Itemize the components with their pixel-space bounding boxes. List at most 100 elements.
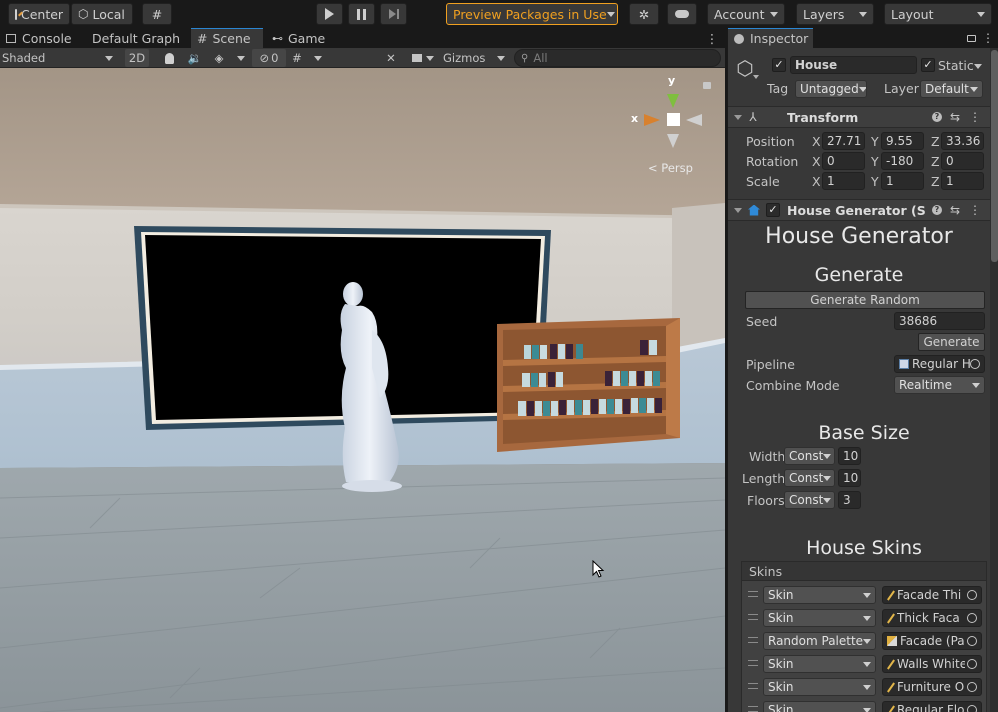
skin-type-dropdown[interactable]: Skin [763, 609, 876, 627]
scene-viewport[interactable]: y x < Persp [0, 68, 725, 712]
tab-console[interactable]: Console [0, 28, 82, 48]
scene-search-field[interactable]: ⚲ All [514, 49, 721, 67]
draw-mode-dropdown[interactable]: Shaded [2, 49, 116, 67]
scale-x-field[interactable]: 1 [822, 172, 865, 190]
skin-type-dropdown[interactable]: Skin [763, 586, 876, 604]
rotation-z-field[interactable]: 0 [941, 152, 984, 170]
skin-type-dropdown[interactable]: Skin [763, 655, 876, 673]
skin-type-dropdown[interactable]: Skin [763, 701, 876, 712]
rotation-x-field[interactable]: 0 [822, 152, 865, 170]
scene-visibility-toggle[interactable]: ⊘ 0 [252, 49, 286, 67]
drag-handle-icon[interactable] [748, 614, 758, 620]
static-checkbox[interactable]: ✓ [921, 58, 935, 72]
pipeline-object-field[interactable]: Regular H [894, 355, 985, 373]
cloud-button[interactable] [667, 3, 697, 25]
component-enabled-checkbox[interactable]: ✓ [766, 203, 780, 217]
tab-scene[interactable]: # Scene [191, 28, 263, 48]
scale-z-field[interactable]: 1 [941, 172, 984, 190]
scale-y-field[interactable]: 1 [881, 172, 924, 190]
combine-mode-dropdown[interactable]: Realtime [894, 376, 985, 394]
component-menu-icon[interactable]: ⋮ [969, 203, 981, 217]
object-picker-icon[interactable] [967, 682, 977, 692]
grid-dropdown[interactable] [311, 49, 325, 67]
object-picker-icon[interactable] [970, 359, 980, 369]
length-field[interactable]: 10 [838, 469, 861, 487]
preset-icon[interactable]: ⇆ [948, 203, 962, 217]
skin-asset-field[interactable]: Facade (Pa [882, 632, 982, 650]
gizmos-dropdown[interactable]: Gizmos [443, 49, 505, 67]
generate-button[interactable]: Generate [918, 333, 985, 351]
width-field[interactable]: 10 [838, 447, 861, 465]
skin-asset-field[interactable]: Thick Faca [882, 609, 982, 627]
help-icon[interactable]: ? [931, 203, 943, 217]
width-mode-dropdown[interactable]: Const [784, 447, 835, 465]
length-mode-dropdown[interactable]: Const [784, 469, 835, 487]
help-icon[interactable]: ? [931, 110, 943, 124]
preset-icon[interactable]: ⇆ [948, 110, 962, 124]
effects-toggle[interactable]: ◈ [210, 49, 228, 67]
inspector-lock-icon[interactable] [965, 31, 977, 45]
object-name-field[interactable]: House [790, 56, 917, 74]
object-picker-icon[interactable] [967, 705, 977, 712]
inspector-menu-icon[interactable]: ⋮ [982, 30, 994, 46]
position-z-field[interactable]: 33.36 [941, 132, 984, 150]
play-button[interactable] [316, 3, 343, 25]
drag-handle-icon[interactable] [748, 660, 758, 666]
foldout-arrow-icon[interactable] [733, 205, 743, 215]
chevron-down-icon[interactable] [751, 72, 761, 82]
skin-asset-field[interactable]: Regular Flo [882, 701, 982, 712]
seed-field[interactable]: 38686 [894, 312, 985, 330]
skin-asset-field[interactable]: Walls White [882, 655, 982, 673]
layer-dropdown[interactable]: Default [920, 80, 983, 98]
drag-handle-icon[interactable] [748, 683, 758, 689]
position-x-field[interactable]: 27.71 [822, 132, 865, 150]
camera-dropdown[interactable] [408, 49, 438, 67]
grid-toggle[interactable]: # [288, 49, 306, 67]
object-picker-icon[interactable] [967, 659, 977, 669]
object-picker-icon[interactable] [967, 636, 977, 646]
lighting-toggle[interactable] [160, 49, 178, 67]
audio-toggle[interactable]: 🔉 [186, 49, 204, 67]
component-menu-icon[interactable]: ⋮ [969, 110, 981, 124]
rotation-y-field[interactable]: -180 [881, 152, 924, 170]
effects-dropdown[interactable] [234, 49, 248, 67]
lock-icon[interactable] [703, 82, 711, 89]
projection-label[interactable]: < Persp [648, 161, 693, 175]
foldout-arrow-icon[interactable] [733, 112, 743, 122]
generate-random-button[interactable]: Generate Random [745, 291, 985, 309]
skin-asset-field[interactable]: Facade Thi [882, 586, 982, 604]
layers-dropdown[interactable]: Layers [796, 3, 874, 25]
inspector-scrollbar-thumb[interactable] [991, 50, 998, 262]
eye-slash-icon: ⊘ [259, 51, 270, 65]
drag-handle-icon[interactable] [748, 591, 758, 597]
grid-snap-icon: # [151, 6, 163, 22]
tab-default-graph[interactable]: Default Graph [86, 28, 186, 48]
scene-tab-menu-icon[interactable]: ⋮ [703, 28, 721, 48]
drag-handle-icon[interactable] [748, 637, 758, 643]
account-dropdown[interactable]: Account [707, 3, 785, 25]
space-local-button[interactable]: ⬡ Local [71, 3, 133, 25]
skin-type-dropdown[interactable]: Skin [763, 678, 876, 696]
floors-mode-dropdown[interactable]: Const [784, 491, 835, 509]
step-button[interactable] [380, 3, 407, 25]
floors-field[interactable]: 3 [838, 491, 861, 509]
object-picker-icon[interactable] [967, 613, 977, 623]
tab-game[interactable]: ⊷ Game [266, 28, 332, 48]
skin-type-dropdown[interactable]: Random Palette [763, 632, 876, 650]
position-y-field[interactable]: 9.55 [881, 132, 924, 150]
tab-inspector[interactable]: Inspector [728, 28, 813, 48]
services-button[interactable]: ✲ [629, 3, 659, 25]
pause-button[interactable] [348, 3, 375, 25]
static-dropdown-icon[interactable] [972, 60, 984, 72]
tag-dropdown[interactable]: Untagged [795, 80, 867, 98]
drag-handle-icon[interactable] [748, 706, 758, 712]
grid-snap-button[interactable]: # [142, 3, 172, 25]
skin-asset-field[interactable]: Furniture Oı [882, 678, 982, 696]
pivot-center-button[interactable]: Center [8, 3, 70, 25]
tools-toggle[interactable]: ✕ [382, 49, 400, 67]
preview-packages-dropdown[interactable]: Preview Packages in Use [446, 3, 618, 25]
layout-dropdown[interactable]: Layout [884, 3, 992, 25]
object-picker-icon[interactable] [967, 590, 977, 600]
mode-2d-toggle[interactable]: 2D [125, 49, 149, 67]
active-checkbox[interactable]: ✓ [772, 58, 786, 72]
